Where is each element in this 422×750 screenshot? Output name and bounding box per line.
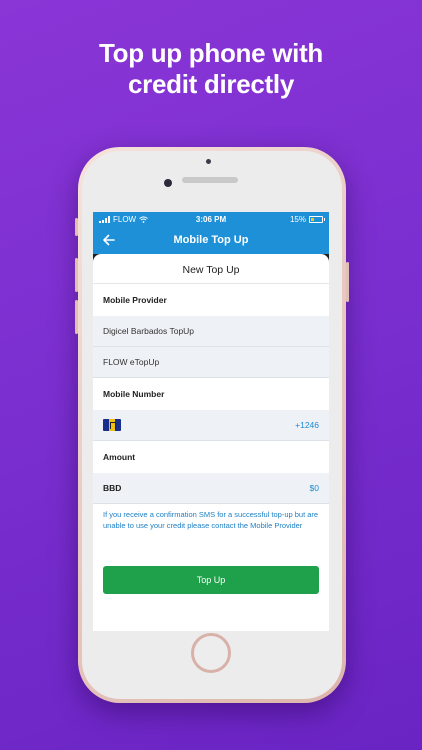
- nav-title: Mobile Top Up: [173, 234, 249, 246]
- battery-percent: 15%: [289, 214, 306, 224]
- headline: Top up phone with credit directly: [0, 38, 422, 100]
- top-up-sheet: New Top Up Mobile Provider Digicel Barba…: [93, 254, 329, 631]
- nav-bar: Mobile Top Up: [93, 226, 329, 254]
- country-code: +1246: [295, 419, 319, 430]
- confirmation-info-text: If you receive a confirmation SMS for a …: [103, 510, 319, 530]
- sheet-title: New Top Up: [93, 254, 329, 284]
- amount-label: Amount: [93, 441, 329, 473]
- mute-switch: [75, 218, 78, 236]
- speaker-grille: [182, 177, 238, 183]
- provider-label: Mobile Provider: [93, 284, 329, 316]
- volume-up-button: [75, 258, 78, 292]
- battery-icon: [309, 215, 325, 223]
- app-screen: FLOW 3:06 PM 15% Mobile Top Up New Top U…: [93, 212, 329, 631]
- provider-option-label: Digicel Barbados TopUp: [103, 325, 195, 336]
- home-button[interactable]: [191, 633, 231, 673]
- sensor-icon: [206, 159, 211, 164]
- headline-line-1: Top up phone with: [98, 38, 324, 68]
- status-time: 3:06 PM: [195, 214, 227, 224]
- mobile-number-field[interactable]: +1246: [93, 410, 329, 441]
- status-bar: FLOW 3:06 PM 15%: [93, 212, 329, 226]
- provider-option-label: FLOW eTopUp: [103, 356, 160, 367]
- provider-option-flow[interactable]: FLOW eTopUp: [93, 347, 329, 378]
- signal-icon: [99, 215, 110, 223]
- provider-option-digicel[interactable]: Digicel Barbados TopUp: [93, 316, 329, 347]
- barbados-flag-icon[interactable]: [103, 419, 121, 431]
- amount-field[interactable]: BBD $0: [93, 473, 329, 504]
- wifi-icon: [139, 215, 148, 223]
- amount-value: $0: [309, 482, 319, 493]
- power-button: [346, 262, 349, 302]
- volume-down-button: [75, 300, 78, 334]
- arrow-left-icon[interactable]: [101, 232, 117, 248]
- headline-line-2: credit directly: [127, 69, 294, 99]
- carrier-name: FLOW: [113, 214, 137, 224]
- top-up-button[interactable]: Top Up: [103, 566, 319, 594]
- currency-label: BBD: [103, 482, 122, 493]
- camera-icon: [164, 179, 172, 187]
- mobile-number-label: Mobile Number: [93, 378, 329, 410]
